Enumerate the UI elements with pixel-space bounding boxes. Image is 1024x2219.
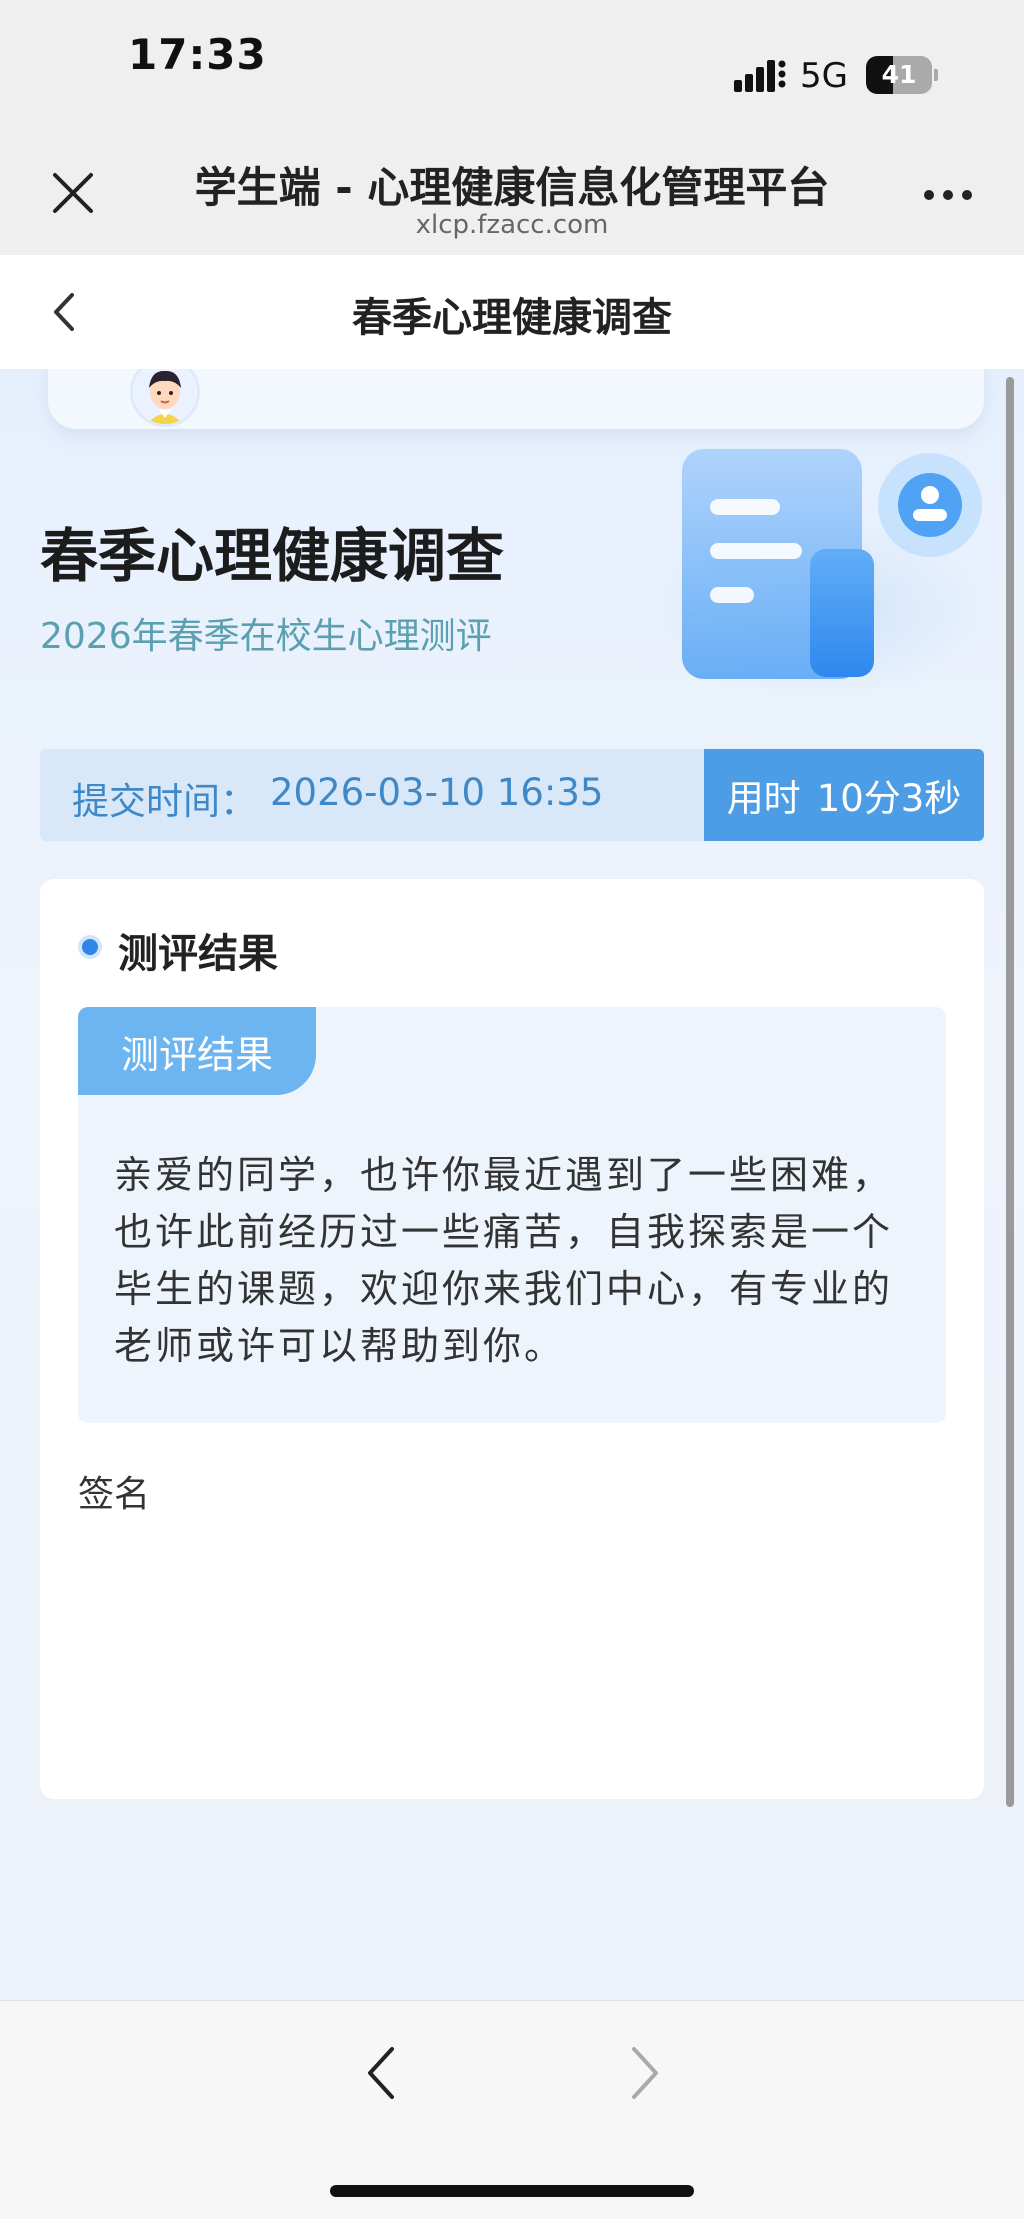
document-illustration-icon xyxy=(660,449,990,689)
page-content[interactable]: 春季心理健康调查 2026年春季在校生心理测评 提交时间： 2026-03-10… xyxy=(0,369,1024,2000)
submit-time-value: 2026-03-10 16:35 xyxy=(270,771,604,814)
survey-title: 春季心理健康调查 xyxy=(40,522,505,590)
chevron-left-icon[interactable] xyxy=(362,2043,398,2103)
scrollbar[interactable] xyxy=(1006,377,1014,1807)
result-tag: 测评结果 xyxy=(78,1007,316,1095)
more-icon[interactable] xyxy=(922,188,974,202)
network-label: 5G xyxy=(800,56,848,96)
signal-icon xyxy=(734,60,786,92)
nav-title: 春季心理健康调查 xyxy=(352,295,672,341)
signature-label: 签名 xyxy=(78,1474,151,1515)
submission-info-bar: 提交时间： 2026-03-10 16:35 用时 10分3秒 xyxy=(40,749,984,841)
app-nav-bar: 春季心理健康调查 xyxy=(0,255,1024,369)
avatar[interactable] xyxy=(130,369,200,427)
browser-title-bar: 学生端 - 心理健康信息化管理平台 xlcp.fzacc.com xyxy=(0,120,1024,255)
browser-toolbar xyxy=(0,2000,1024,2219)
chevron-right-icon[interactable] xyxy=(628,2043,664,2103)
profile-card xyxy=(48,369,984,429)
result-card: 测评结果 测评结果 亲爱的同学，也许你最近遇到了一些困难，也许此前经历过一些痛苦… xyxy=(40,879,984,1799)
battery-level: 41 xyxy=(881,60,917,89)
duration-badge: 用时 10分3秒 xyxy=(704,749,984,841)
duration-label: 用时 xyxy=(726,777,801,820)
home-indicator[interactable] xyxy=(330,2185,694,2197)
app-screen: 17:33 5G 41 学生端 - 心理健康信息化管理平台 xlcp.fzacc… xyxy=(0,0,1024,2219)
result-text: 亲爱的同学，也许你最近遇到了一些困难，也许此前经历过一些痛苦，自我探索是一个毕生… xyxy=(114,1153,894,1368)
close-icon[interactable] xyxy=(50,170,96,216)
status-bar: 17:33 5G 41 xyxy=(0,0,1024,120)
duration-value: 10分3秒 xyxy=(816,777,962,820)
browser-title: 学生端 - 心理健康信息化管理平台 xyxy=(194,163,830,212)
section-title: 测评结果 xyxy=(118,931,278,977)
section-bullet-icon xyxy=(78,935,102,959)
survey-subtitle: 2026年春季在校生心理测评 xyxy=(40,616,492,657)
result-box: 测评结果 亲爱的同学，也许你最近遇到了一些困难，也许此前经历过一些痛苦，自我探索… xyxy=(78,1007,946,1423)
browser-url: xlcp.fzacc.com xyxy=(415,210,609,240)
battery-icon: 41 xyxy=(866,56,938,94)
status-time: 17:33 xyxy=(128,30,267,79)
submit-time-label: 提交时间： xyxy=(72,780,257,823)
chevron-left-icon[interactable] xyxy=(50,291,78,333)
